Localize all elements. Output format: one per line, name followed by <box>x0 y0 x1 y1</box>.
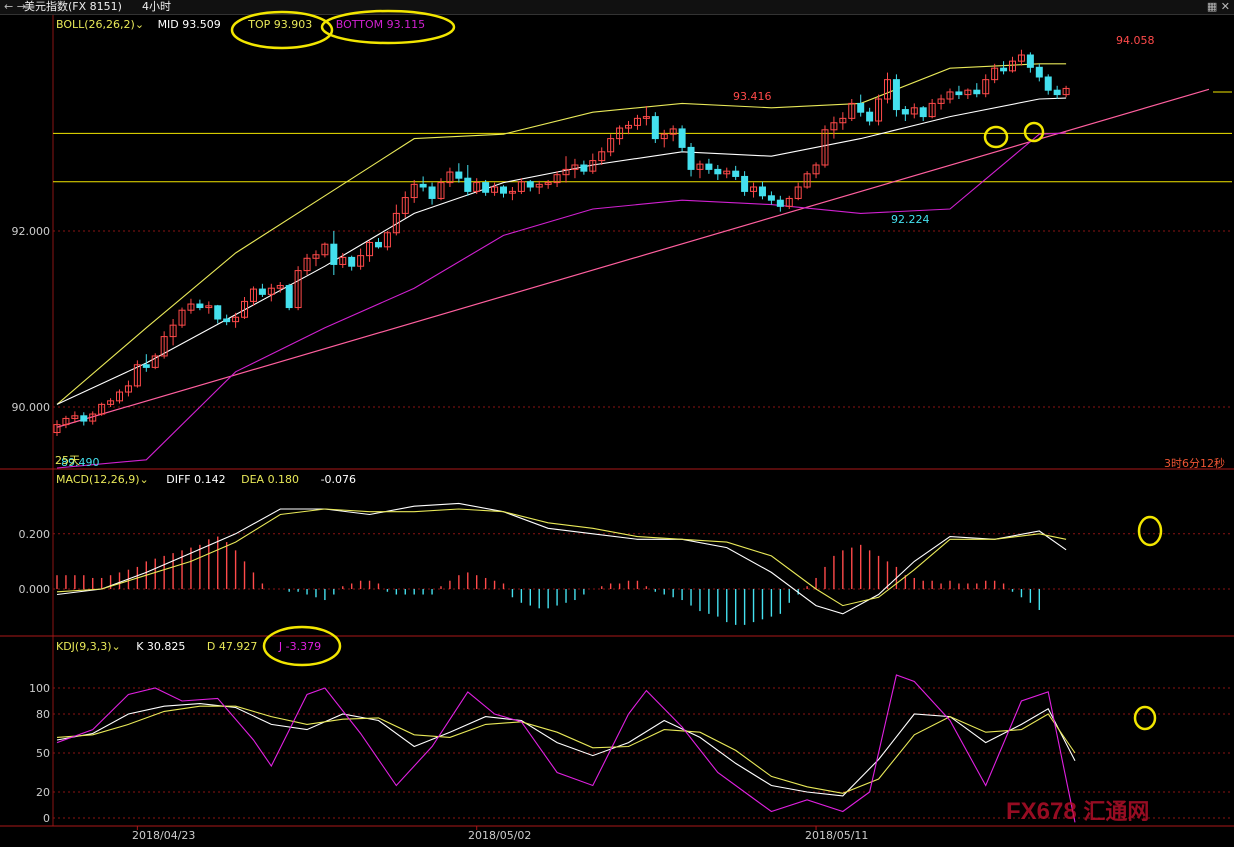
highlight-ring <box>1133 705 1157 731</box>
boll-top-value: TOP 93.903 <box>248 18 313 31</box>
macd-dea-value: DEA 0.180 <box>241 473 300 486</box>
candle <box>1026 54 1034 68</box>
macd-diff-value: DIFF 0.142 <box>166 473 226 486</box>
kdj-d-line <box>56 705 1076 794</box>
candle <box>919 107 927 118</box>
candle <box>214 305 222 320</box>
kdj-y-tick: 0 <box>43 812 50 825</box>
high-annotation-1: 93.416 <box>733 90 772 103</box>
candle <box>196 303 204 309</box>
chevron-down-icon[interactable]: ⌄ <box>140 473 149 486</box>
candle <box>705 163 713 170</box>
macd-y-tick: 0.200 <box>18 528 51 541</box>
boll-mid-line <box>56 97 1067 405</box>
boll-indicator-label[interactable]: BOLL(26,26,2) <box>56 18 135 31</box>
candle <box>955 91 963 96</box>
candle <box>330 243 338 265</box>
candle <box>651 116 659 140</box>
candle <box>348 256 356 267</box>
candle <box>258 288 266 295</box>
kdj-j-value: J -3.379 <box>278 640 322 653</box>
candle <box>526 181 534 188</box>
candle <box>464 177 472 192</box>
boll-y-tick: 90.000 <box>11 401 51 414</box>
macd-indicator-label[interactable]: MACD(12,26,9) <box>56 473 140 486</box>
chevron-down-icon[interactable]: ⌄ <box>112 640 121 653</box>
candle <box>741 175 749 192</box>
kdj-y-tick: 80 <box>36 708 50 721</box>
x-axis-label: 2018/05/02 <box>468 829 532 842</box>
candle <box>1044 76 1052 91</box>
x-axis-label: 2018/05/11 <box>805 829 869 842</box>
candle <box>580 164 588 172</box>
boll-legend: BOLL(26,26,2)⌄ MID 93.509 TOP 93.903 BOT… <box>56 18 425 32</box>
boll-y-tick: 92.000 <box>11 225 51 238</box>
x-axis-label: 2018/04/23 <box>132 829 196 842</box>
candle <box>1000 67 1008 72</box>
kdj-indicator-label[interactable]: KDJ(9,3,3) <box>56 640 112 653</box>
candle <box>374 241 382 248</box>
high-annotation-2: 94.058 <box>1116 34 1155 47</box>
candle <box>901 109 909 115</box>
watermark-logo: FX678 汇通网 <box>1006 794 1149 826</box>
candle <box>142 364 150 368</box>
candle <box>428 186 436 199</box>
candle <box>223 318 231 323</box>
kdj-k-line <box>56 703 1076 797</box>
boll-mid-value: MID 93.509 <box>157 18 221 31</box>
low-annotation: 92.224 <box>891 213 930 226</box>
candle <box>455 171 463 179</box>
candle <box>732 170 740 177</box>
candle <box>758 186 766 197</box>
watermark-latin: FX678 <box>1006 798 1077 825</box>
candle <box>678 128 686 148</box>
candle <box>419 183 427 188</box>
kdj-legend: KDJ(9,3,3)⌄ K 30.825 D 47.927 J -3.379 <box>56 640 321 654</box>
candle <box>714 168 722 175</box>
kdj-y-tick: 20 <box>36 786 50 799</box>
kdj-y-tick: 50 <box>36 747 50 760</box>
boll-bottom-value: BOTTOM 93.115 <box>335 18 426 31</box>
kdj-y-tick: 100 <box>29 682 50 695</box>
candle <box>776 199 784 207</box>
kdj-d-value: D 47.927 <box>206 640 258 653</box>
candle <box>482 182 490 193</box>
candle <box>285 285 293 309</box>
kdj-k-value: K 30.825 <box>136 640 186 653</box>
candle <box>1035 66 1043 78</box>
candle <box>892 79 900 111</box>
bar-countdown-timer: 3时6分12秒 <box>1164 457 1225 470</box>
candle <box>767 195 775 201</box>
candle <box>857 102 865 113</box>
highlight-ring <box>983 125 1009 149</box>
watermark-cn: 汇通网 <box>1083 799 1150 824</box>
candle <box>500 186 507 194</box>
chevron-down-icon[interactable]: ⌄ <box>135 18 144 31</box>
candle <box>866 111 874 122</box>
kdj-j-line <box>56 674 1076 823</box>
chart-canvas[interactable] <box>0 0 1234 847</box>
boll-bottom-line <box>56 132 1067 469</box>
candle <box>973 89 981 95</box>
macd-hist-value: -0.076 <box>320 473 357 486</box>
candle <box>80 415 88 422</box>
candle <box>687 146 695 170</box>
macd-y-tick: 0.000 <box>18 583 51 596</box>
candle <box>1053 89 1061 96</box>
highlight-ring <box>1137 515 1163 547</box>
days-label: 25天 <box>55 454 80 467</box>
macd-legend: MACD(12,26,9)⌄ DIFF 0.142 DEA 0.180 -0.0… <box>56 473 356 487</box>
